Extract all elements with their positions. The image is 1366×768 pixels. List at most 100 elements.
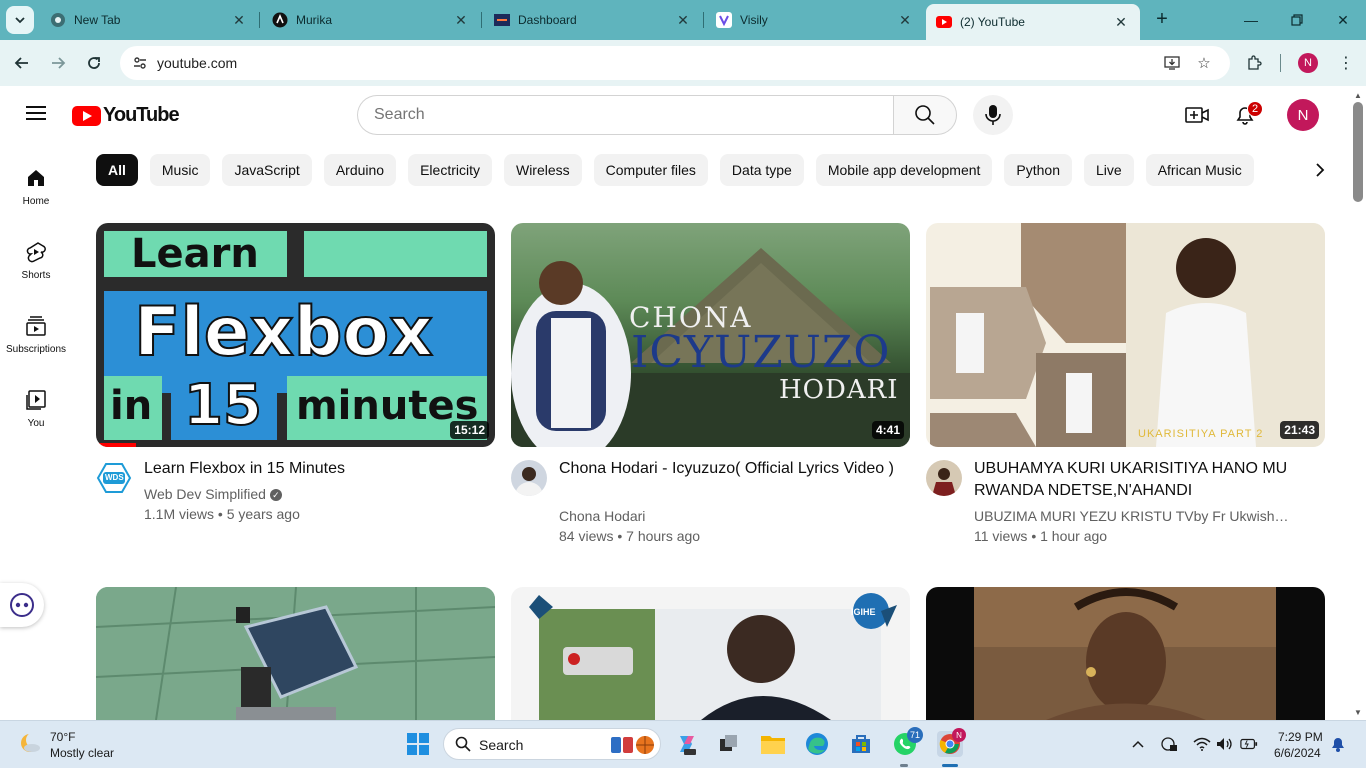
close-tab-icon[interactable]: ✕ (896, 12, 914, 29)
browser-menu-icon[interactable]: ⋮ (1334, 51, 1358, 75)
new-tab-button[interactable]: + (1150, 8, 1174, 32)
extensions-icon[interactable] (1242, 51, 1266, 75)
back-icon[interactable] (9, 50, 35, 76)
close-tab-icon[interactable]: ✕ (452, 12, 470, 29)
guide-label: Subscriptions (5, 344, 67, 355)
guide-label: Shorts (21, 270, 51, 281)
notification-center-icon[interactable] (1329, 735, 1347, 753)
chrome-icon (50, 12, 66, 28)
channel-name[interactable]: Web Dev Simplified ✓ (144, 484, 484, 504)
tab-dashboard[interactable]: Dashboard ✕ (484, 4, 702, 36)
browser-tab-strip: New Tab ✕ Murika ✕ Dashboard ✕ Visily ✕ … (0, 0, 1366, 40)
channel-name-text[interactable]: Web Dev Simplified (144, 486, 266, 502)
video-title[interactable]: UBUHAMYA KURI UKARISITIYA HANO MU RWANDA… (974, 458, 1314, 502)
close-tab-icon[interactable]: ✕ (1112, 14, 1130, 31)
tab-search-button[interactable] (6, 6, 34, 34)
task-view-icon[interactable] (716, 731, 742, 757)
site-info-icon[interactable] (128, 51, 152, 75)
network-sync-icon[interactable] (1160, 735, 1178, 753)
scroll-up-icon[interactable]: ▲ (1354, 91, 1362, 100)
bookmark-star-icon[interactable]: ☆ (1194, 53, 1214, 73)
scroll-down-icon[interactable]: ▼ (1354, 708, 1362, 717)
channel-avatar[interactable] (926, 460, 962, 496)
video-thumbnail-solar-panel[interactable] (96, 587, 495, 720)
chip-javascript[interactable]: JavaScript (222, 154, 312, 186)
video-title[interactable]: Learn Flexbox in 15 Minutes (144, 458, 484, 480)
search-input[interactable]: Search (357, 95, 894, 135)
chip-python[interactable]: Python (1004, 154, 1072, 186)
channel-name[interactable]: Chona Hodari (559, 506, 899, 526)
wifi-icon[interactable] (1193, 735, 1211, 753)
chip-computer-files[interactable]: Computer files (593, 154, 708, 186)
chip-mobile-app-development[interactable]: Mobile app development (815, 154, 993, 186)
video-title[interactable]: Chona Hodari - Icyuzuzo( Official Lyrics… (559, 458, 899, 480)
thumb-text-in: in (110, 383, 153, 429)
tab-new-tab[interactable]: New Tab ✕ (40, 4, 258, 36)
scrollbar-thumb[interactable] (1353, 102, 1363, 202)
visily-icon (716, 12, 732, 28)
reload-icon[interactable] (81, 50, 107, 76)
taskbar-search[interactable]: Search (443, 728, 661, 760)
edge-icon[interactable] (804, 731, 830, 757)
page-scrollbar[interactable]: ▲ ▼ (1351, 88, 1366, 720)
chip-music[interactable]: Music (149, 154, 211, 186)
volume-icon[interactable] (1216, 735, 1234, 753)
chip-electricity[interactable]: Electricity (408, 154, 492, 186)
close-tab-icon[interactable]: ✕ (674, 12, 692, 29)
create-video-icon[interactable] (1185, 103, 1209, 127)
battery-icon[interactable] (1240, 735, 1258, 753)
video-thumbnail-news[interactable]: IGIHE (511, 587, 910, 720)
tab-murika[interactable]: Murika ✕ (262, 4, 480, 36)
search-button[interactable] (893, 95, 957, 135)
browser-profile-avatar[interactable]: N (1298, 53, 1318, 73)
chips-next-button[interactable] (1306, 156, 1334, 184)
chip-arduino[interactable]: Arduino (323, 154, 397, 186)
url-text[interactable]: youtube.com (157, 55, 237, 71)
weather-description[interactable]: Mostly clear (50, 746, 114, 760)
guide-menu-icon[interactable] (24, 102, 48, 126)
microphone-icon (985, 105, 1001, 125)
microsoft-store-icon[interactable] (848, 731, 874, 757)
weather-moon-icon[interactable] (18, 731, 42, 755)
guide-item-subscriptions[interactable]: Subscriptions (0, 298, 72, 370)
address-bar[interactable]: youtube.com ☆ (120, 46, 1230, 80)
video-thumbnail-ubuhamya[interactable]: UKARISITIYA PART 2 21:43 (926, 223, 1325, 447)
assistant-floating-button[interactable] (0, 583, 44, 627)
search-icon (915, 105, 935, 125)
restore-icon[interactable] (1282, 6, 1312, 34)
video-thumbnail-portrait[interactable] (926, 587, 1325, 720)
chip-wireless[interactable]: Wireless (503, 154, 582, 186)
forward-icon[interactable] (45, 50, 71, 76)
tab-title: Visily (740, 13, 768, 27)
account-avatar[interactable]: N (1287, 99, 1319, 131)
chip-all[interactable]: All (96, 154, 138, 186)
chip-data-type[interactable]: Data type (719, 154, 804, 186)
copilot-icon[interactable] (673, 731, 699, 757)
tab-visily[interactable]: Visily ✕ (706, 4, 924, 36)
video-thumbnail-chona[interactable]: CHONA ICYUZUZO HODARI 4:41 (511, 223, 910, 447)
install-app-icon[interactable] (1162, 53, 1182, 73)
taskbar-clock-date[interactable]: 6/6/2024 (1274, 746, 1321, 760)
tab-title: Dashboard (518, 13, 577, 27)
taskbar-clock-time[interactable]: 7:29 PM (1278, 730, 1323, 744)
guide-item-you[interactable]: You (0, 372, 72, 444)
weather-temperature[interactable]: 70°F (50, 730, 75, 744)
channel-name[interactable]: UBUZIMA MURI YEZU KRISTU TVby Fr Ukwisha… (974, 506, 1296, 526)
whatsapp-unread-badge: 71 (907, 727, 923, 743)
youtube-logo[interactable]: YouTube (72, 104, 180, 127)
minimize-icon[interactable]: — (1236, 6, 1266, 34)
video-thumbnail-flexbox[interactable]: Learn Flexbox in 15 minutes 15:12 (96, 223, 495, 447)
voice-search-button[interactable] (973, 95, 1013, 135)
show-hidden-icons-chevron-icon[interactable] (1129, 735, 1147, 753)
close-tab-icon[interactable]: ✕ (230, 12, 248, 29)
tab-youtube[interactable]: (2) YouTube ✕ (926, 4, 1140, 40)
guide-item-shorts[interactable]: Shorts (0, 224, 72, 296)
chip-live[interactable]: Live (1084, 154, 1134, 186)
close-window-icon[interactable]: ✕ (1328, 6, 1358, 34)
guide-item-home[interactable]: Home (0, 150, 72, 222)
channel-avatar[interactable] (511, 460, 547, 496)
file-explorer-icon[interactable] (760, 731, 786, 757)
channel-avatar[interactable]: WDS (96, 460, 132, 496)
chip-african-music[interactable]: African Music (1145, 154, 1254, 186)
windows-start-icon[interactable] (405, 731, 431, 757)
